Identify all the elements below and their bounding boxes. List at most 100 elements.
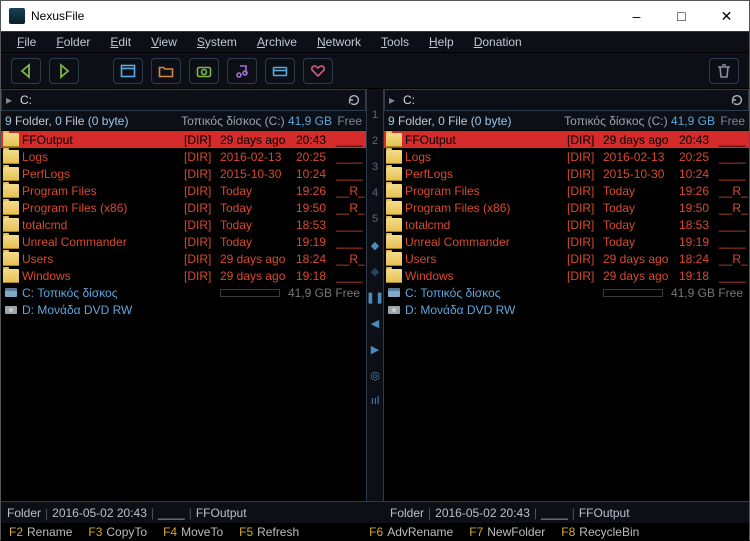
path-arrow-icon[interactable]: ▸ <box>6 93 20 107</box>
window-icon[interactable] <box>113 58 143 84</box>
table-row[interactable]: Logs [DIR] 2016-02-13 20:25 ____ <box>1 148 366 165</box>
table-row[interactable]: Windows [DIR] 29 days ago 19:18 ____ <box>384 267 749 284</box>
menubar: FileFolderEditViewSystemArchiveNetworkTo… <box>1 31 749 53</box>
mid-num3[interactable]: 3 <box>367 157 383 177</box>
table-row[interactable]: Users [DIR] 29 days ago 18:24 __R_ <box>384 250 749 267</box>
table-row[interactable]: Program Files [DIR] Today 19:26 __R_ <box>1 182 366 199</box>
file-attr: __R_ <box>336 184 366 198</box>
table-row[interactable]: FFOutput [DIR] 29 days ago 20:43 ____ <box>1 131 366 148</box>
counts: 9 Folder, 0 File (0 byte) <box>388 114 511 128</box>
drive-row[interactable]: D: Μονάδα DVD RW <box>1 301 366 318</box>
path-arrow-icon[interactable]: ▸ <box>389 93 403 107</box>
table-row[interactable]: FFOutput [DIR] 29 days ago 20:43 ____ <box>384 131 749 148</box>
mid-diamond[interactable]: ◆ <box>367 235 383 255</box>
mid-num4[interactable]: 4 <box>367 183 383 203</box>
menu-tools[interactable]: Tools <box>371 35 419 49</box>
fb-label: Folder <box>390 506 424 520</box>
file-date: 2016-02-13 <box>220 150 296 164</box>
folder-icon <box>386 133 402 147</box>
menu-donation[interactable]: Donation <box>464 35 532 49</box>
camera-icon[interactable] <box>189 58 219 84</box>
mid-num5[interactable]: 5 <box>367 209 383 229</box>
maximize-button[interactable]: □ <box>659 1 704 31</box>
fb-label: Folder <box>7 506 41 520</box>
table-row[interactable]: totalcmd [DIR] Today 18:53 ____ <box>1 216 366 233</box>
file-attr: ____ <box>336 150 366 164</box>
fn-copyto[interactable]: F3CopyTo <box>80 525 155 539</box>
drive-row[interactable]: C: Τοπικός δίσκος41,9 GB Free <box>384 284 749 301</box>
music-icon[interactable] <box>227 58 257 84</box>
table-row[interactable]: PerfLogs [DIR] 2015-10-30 10:24 ____ <box>1 165 366 182</box>
folder-icon <box>386 150 402 164</box>
file-tag: [DIR] <box>184 269 220 283</box>
menu-folder[interactable]: Folder <box>46 35 100 49</box>
mid-num2[interactable]: 2 <box>367 131 383 151</box>
drive-name: C: Τοπικός δίσκος <box>405 286 603 300</box>
left-filelist[interactable]: FFOutput [DIR] 29 days ago 20:43 ____ Lo… <box>1 131 366 501</box>
file-tag: [DIR] <box>184 167 220 181</box>
file-attr: __R_ <box>336 201 366 215</box>
mid-arrow-left[interactable]: ◀ <box>367 313 383 333</box>
folder-bars: Folder | 2016-05-02 20:43 | ____ | FFOut… <box>1 501 749 523</box>
folder-icon[interactable] <box>151 58 181 84</box>
path-text[interactable]: C: <box>403 93 730 107</box>
mid-diamond-dark[interactable]: ◆ <box>367 261 383 281</box>
file-date: Today <box>603 235 679 249</box>
menu-view[interactable]: View <box>141 35 187 49</box>
file-time: 19:18 <box>679 269 719 283</box>
minimize-button[interactable]: – <box>614 1 659 31</box>
mid-toolbar: 1 2 3 4 5 ◆ ◆ ❚❚ ◀ ▶ ◎ ııl <box>366 89 384 501</box>
mid-arrow-right[interactable]: ▶ <box>367 339 383 359</box>
trash-icon[interactable] <box>709 58 739 84</box>
folder-icon <box>3 235 19 249</box>
forward-icon[interactable] <box>49 58 79 84</box>
fn-advrename[interactable]: F6AdvRename <box>361 525 461 539</box>
fn-label: CopyTo <box>106 525 147 539</box>
menu-network[interactable]: Network <box>307 35 371 49</box>
fn-moveto[interactable]: F4MoveTo <box>155 525 231 539</box>
table-row[interactable]: Unreal Commander [DIR] Today 19:19 ____ <box>384 233 749 250</box>
table-row[interactable]: Program Files (x86) [DIR] Today 19:50 __… <box>384 199 749 216</box>
table-row[interactable]: Program Files (x86) [DIR] Today 19:50 __… <box>1 199 366 216</box>
fn-key: F6 <box>369 525 383 539</box>
file-attr: ____ <box>719 218 749 232</box>
counts: 9 Folder, 0 File (0 byte) <box>5 114 128 128</box>
file-time: 18:24 <box>296 252 336 266</box>
mid-bars[interactable]: ııl <box>367 391 383 411</box>
back-icon[interactable] <box>11 58 41 84</box>
menu-help[interactable]: Help <box>419 35 464 49</box>
table-row[interactable]: Logs [DIR] 2016-02-13 20:25 ____ <box>384 148 749 165</box>
table-row[interactable]: totalcmd [DIR] Today 18:53 ____ <box>384 216 749 233</box>
fn-refresh[interactable]: F5Refresh <box>231 525 307 539</box>
heart-icon[interactable] <box>303 58 333 84</box>
file-tag: [DIR] <box>567 201 603 215</box>
mid-num1[interactable]: 1 <box>367 105 383 125</box>
table-row[interactable]: PerfLogs [DIR] 2015-10-30 10:24 ____ <box>384 165 749 182</box>
fn-rename[interactable]: F2Rename <box>1 525 80 539</box>
table-row[interactable]: Unreal Commander [DIR] Today 19:19 ____ <box>1 233 366 250</box>
fb-selection: FFOutput <box>196 506 247 520</box>
right-filelist[interactable]: FFOutput [DIR] 29 days ago 20:43 ____ Lo… <box>384 131 749 501</box>
app-icon <box>9 8 25 24</box>
drive-row[interactable]: C: Τοπικός δίσκος41,9 GB Free <box>1 284 366 301</box>
refresh-icon[interactable] <box>730 93 744 107</box>
refresh-icon[interactable] <box>347 93 361 107</box>
fb-attr: ____ <box>541 506 568 520</box>
file-attr: ____ <box>336 235 366 249</box>
menu-edit[interactable]: Edit <box>100 35 141 49</box>
table-row[interactable]: Program Files [DIR] Today 19:26 __R_ <box>384 182 749 199</box>
table-row[interactable]: Windows [DIR] 29 days ago 19:18 ____ <box>1 267 366 284</box>
mid-pause[interactable]: ❚❚ <box>367 287 383 307</box>
menu-archive[interactable]: Archive <box>247 35 307 49</box>
menu-system[interactable]: System <box>187 35 247 49</box>
table-row[interactable]: Users [DIR] 29 days ago 18:24 __R_ <box>1 250 366 267</box>
drive-free: 41,9 GB Free <box>286 286 360 300</box>
card-icon[interactable] <box>265 58 295 84</box>
menu-file[interactable]: File <box>7 35 46 49</box>
fn-newfolder[interactable]: F7NewFolder <box>461 525 553 539</box>
close-button[interactable]: ✕ <box>704 1 749 31</box>
path-text[interactable]: C: <box>20 93 347 107</box>
drive-row[interactable]: D: Μονάδα DVD RW <box>384 301 749 318</box>
mid-eye[interactable]: ◎ <box>367 365 383 385</box>
fn-recyclebin[interactable]: F8RecycleBin <box>553 525 647 539</box>
